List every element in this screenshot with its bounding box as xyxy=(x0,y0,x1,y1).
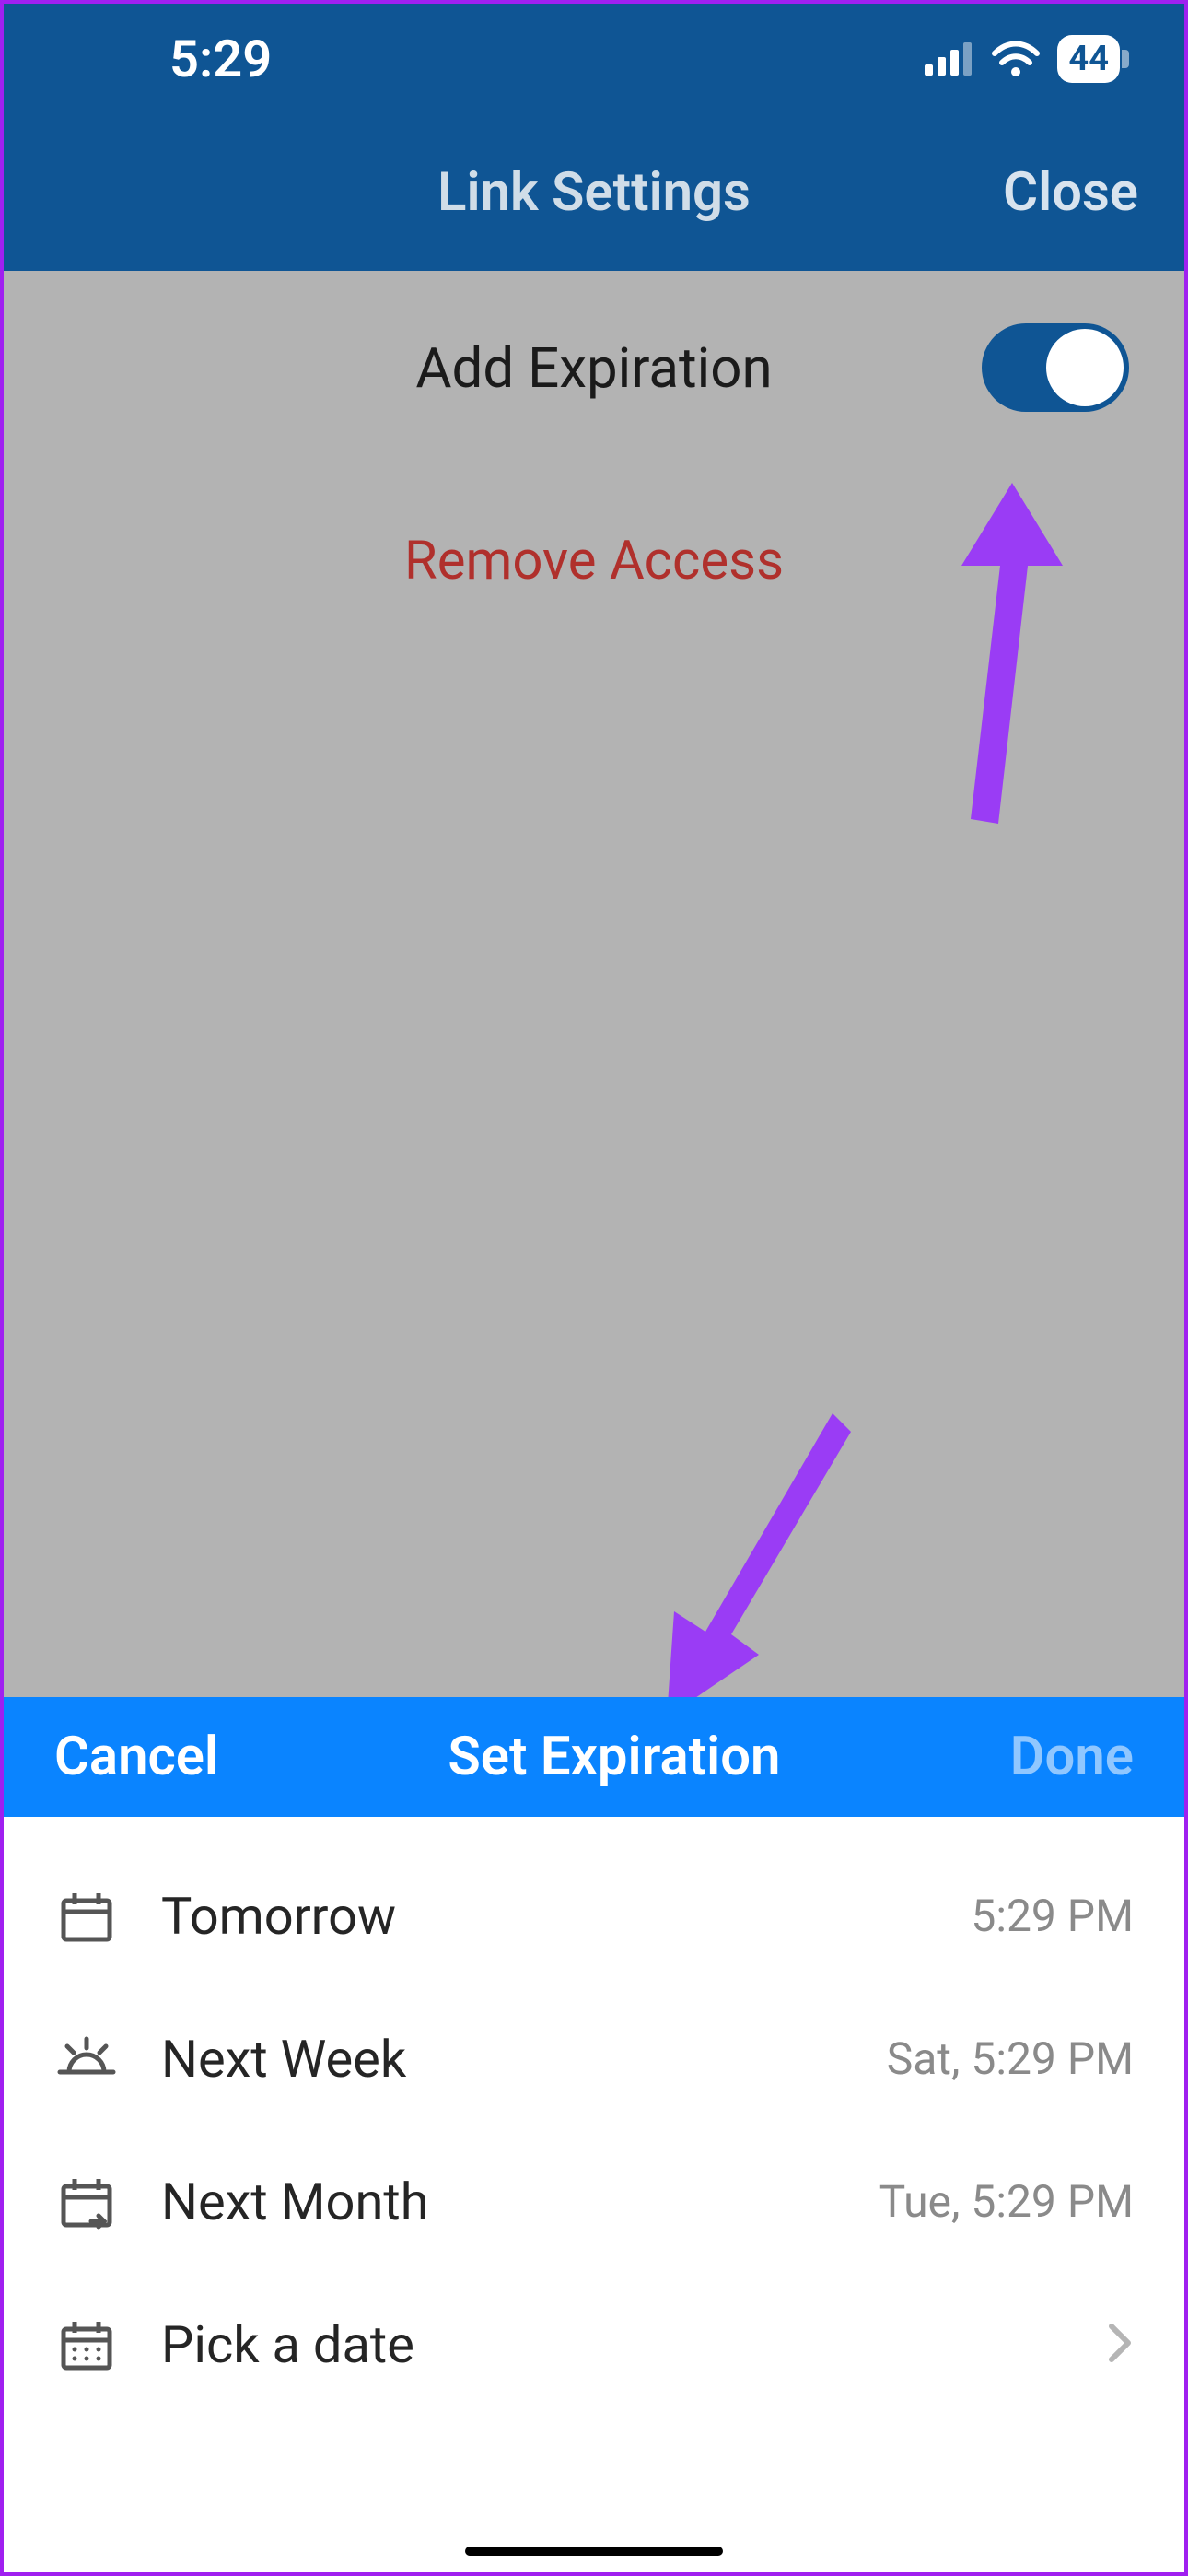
status-icons: 44 xyxy=(925,35,1129,83)
option-label: Next Month xyxy=(161,2172,837,2232)
option-value: 5:29 PM xyxy=(971,1890,1134,1942)
cancel-button[interactable]: Cancel xyxy=(54,1726,218,1788)
set-expiration-sheet: Cancel Set Expiration Done Tomorrow 5:29… xyxy=(4,1697,1184,2572)
option-value: Tue, 5:29 PM xyxy=(879,2175,1134,2228)
add-expiration-label: Add Expiration xyxy=(415,335,772,401)
sheet-title: Set Expiration xyxy=(448,1726,780,1788)
option-pick-date[interactable]: Pick a date xyxy=(54,2273,1134,2416)
cellular-signal-icon xyxy=(925,42,974,76)
page-title: Link Settings xyxy=(437,161,751,224)
close-button[interactable]: Close xyxy=(1003,161,1138,224)
battery-icon: 44 xyxy=(1057,35,1129,83)
option-next-month[interactable]: Next Month Tue, 5:29 PM xyxy=(54,2130,1134,2273)
chevron-right-icon xyxy=(1106,2321,1134,2369)
status-time: 5:29 xyxy=(169,29,272,89)
calendar-forward-icon xyxy=(54,2173,119,2231)
status-bar: 5:29 44 xyxy=(4,4,1184,114)
option-next-week[interactable]: Next Week Sat, 5:29 PM xyxy=(54,1987,1134,2130)
sunrise-icon xyxy=(54,2035,119,2083)
option-label: Next Week xyxy=(161,2029,844,2090)
wifi-icon xyxy=(991,41,1041,77)
add-expiration-row: Add Expiration xyxy=(4,271,1184,464)
battery-percent: 44 xyxy=(1057,35,1120,83)
done-button[interactable]: Done xyxy=(1010,1726,1134,1788)
nav-bar: Link Settings Close xyxy=(4,114,1184,271)
option-label: Tomorrow xyxy=(161,1886,928,1947)
header-area: 5:29 44 Link Settings Close xyxy=(4,4,1184,271)
option-value: Sat, 5:29 PM xyxy=(887,2032,1134,2085)
add-expiration-toggle[interactable] xyxy=(982,323,1129,412)
expiration-options: Tomorrow 5:29 PM Next Week Sat, 5:29 PM … xyxy=(4,1817,1184,2416)
sheet-header: Cancel Set Expiration Done xyxy=(4,1697,1184,1817)
remove-access-label: Remove Access xyxy=(404,530,784,592)
option-label: Pick a date xyxy=(161,2314,1064,2375)
calendar-grid-icon xyxy=(54,2316,119,2373)
home-indicator[interactable] xyxy=(465,2547,723,2556)
calendar-icon xyxy=(54,1888,119,1945)
toggle-knob xyxy=(1046,329,1124,406)
annotation-arrow-icon xyxy=(925,483,1072,824)
option-tomorrow[interactable]: Tomorrow 5:29 PM xyxy=(54,1844,1134,1987)
annotation-arrow-icon xyxy=(658,1413,860,1717)
